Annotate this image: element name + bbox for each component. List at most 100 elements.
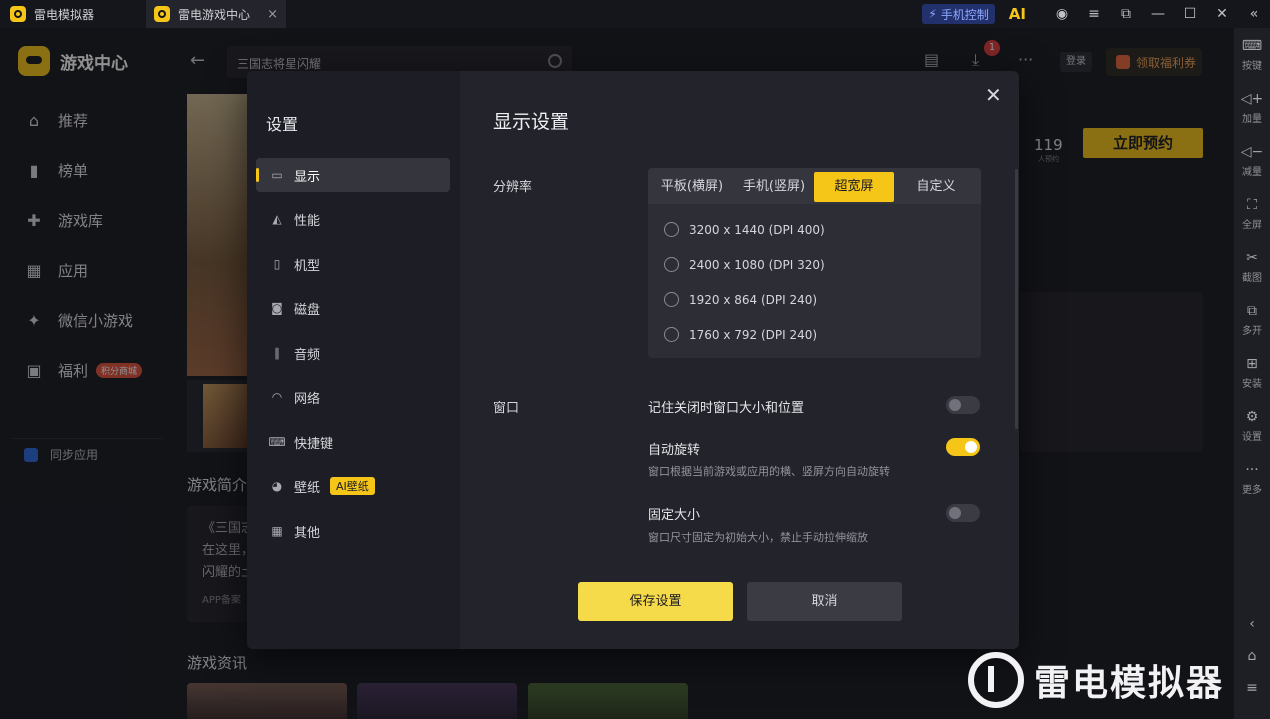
settings-nav: 设置 ▭ 显示 ◭ 性能 ▯ 机型 ◙ 磁盘 ∥ 音频 ◠ 网络 ⌨ 快捷键 ◕ 壁纸 AI壁纸 … (247, 71, 460, 649)
ldplayer-watermark: 雷电模拟器 (968, 652, 1224, 708)
phone-control-label: 手机控制 (940, 7, 989, 22)
fullscreen-icon: ⛶ (1247, 197, 1257, 213)
window-controls: ⚡ 手机控制 AI ◉ ≡ ⧉ — ☐ ✕ « (922, 0, 1270, 28)
radio-button[interactable] (664, 327, 679, 342)
toolbar-keymap[interactable]: ⌨ 按键 (1234, 38, 1270, 72)
toolbar-multi-instance[interactable]: ⧉ 多开 (1234, 303, 1270, 337)
tab-phone-portrait[interactable]: 手机(竖屏) (734, 172, 814, 202)
keyboard-icon: ⌨ (1241, 38, 1263, 54)
performance-icon: ◭ (272, 212, 282, 226)
settings-nav-performance[interactable]: ◭ 性能 (256, 202, 450, 236)
grid-icon: ▦ (271, 524, 283, 538)
toolbar-label: 全屏 (1242, 220, 1262, 231)
nav-home-button[interactable]: ⌂ (1234, 648, 1270, 667)
settings-nav-label: 性能 (294, 213, 321, 229)
tab-tablet-landscape[interactable]: 平板(横屏) (652, 172, 732, 202)
toolbar-label: 按键 (1242, 61, 1262, 72)
nav-back-button[interactable]: ‹ (1234, 616, 1270, 635)
settings-nav-label: 网络 (294, 391, 321, 407)
toolbar-label: 截图 (1242, 273, 1262, 284)
settings-nav-label: 壁纸 (294, 480, 321, 496)
radio-button[interactable] (664, 292, 679, 307)
settings-nav-label: 快捷键 (294, 436, 334, 452)
resolution-option[interactable]: 3200 x 1440 (DPI 400) (664, 222, 825, 237)
auto-rotate-toggle[interactable] (946, 438, 980, 456)
ai-button[interactable]: AI (1009, 5, 1026, 23)
toolbar-more[interactable]: ··· 更多 (1234, 462, 1270, 496)
phone-icon: ▯ (273, 257, 281, 271)
back-icon: ‹ (1249, 616, 1255, 632)
settings-nav-label: 磁盘 (294, 302, 321, 318)
settings-nav-device-model[interactable]: ▯ 机型 (256, 247, 450, 281)
disk-icon: ◙ (271, 301, 283, 315)
collapse-sidebar-icon[interactable]: « (1238, 0, 1270, 28)
toolbar-fullscreen[interactable]: ⛶ 全屏 (1234, 197, 1270, 231)
tab-game-center[interactable]: 雷电游戏中心 × (146, 0, 286, 28)
phone-control-button[interactable]: ⚡ 手机控制 (922, 4, 995, 24)
title-bar: 雷电模拟器 雷电游戏中心 × ⚡ 手机控制 AI ◉ ≡ ⧉ — ☐ ✕ « (0, 0, 1270, 28)
close-icon[interactable]: ✕ (985, 83, 1002, 107)
toolbar-label: 加量 (1242, 114, 1262, 125)
tab-label: 雷电模拟器 (34, 7, 95, 22)
volume-down-icon: ◁− (1240, 144, 1264, 160)
resolution-option-label: 1920 x 864 (DPI 240) (689, 292, 818, 307)
toolbar-label: 安装 (1242, 379, 1262, 390)
toolbar-screenshot[interactable]: ✂ 截图 (1234, 250, 1270, 284)
install-icon: ⊞ (1246, 356, 1258, 372)
restore-window-icon[interactable]: ⧉ (1110, 0, 1142, 28)
user-icon[interactable]: ◉ (1046, 0, 1078, 28)
tab-custom[interactable]: 自定义 (896, 172, 976, 202)
toolbar-volume-down[interactable]: ◁− 减量 (1234, 144, 1270, 178)
toolbar-volume-up[interactable]: ◁+ 加量 (1234, 91, 1270, 125)
gear-icon: ⚙ (1245, 409, 1259, 425)
settings-nav-label: 其他 (294, 525, 321, 541)
wifi-icon: ◠ (271, 390, 283, 404)
minimize-icon[interactable]: — (1142, 0, 1174, 28)
settings-nav-shortcuts[interactable]: ⌨ 快捷键 (256, 425, 450, 459)
display-settings-heading: 显示设置 (493, 111, 570, 133)
radio-button[interactable] (664, 222, 679, 237)
volume-up-icon: ◁+ (1240, 91, 1264, 107)
resolution-label: 分辨率 (493, 180, 533, 195)
dialog-scrollbar[interactable] (1015, 169, 1018, 429)
settings-nav-wallpaper[interactable]: ◕ 壁纸 AI壁纸 (256, 469, 450, 503)
toolbar-label: 更多 (1242, 485, 1262, 496)
resolution-option-label: 2400 x 1080 (DPI 320) (689, 257, 825, 272)
toolbar-settings[interactable]: ⚙ 设置 (1234, 409, 1270, 443)
settings-nav-network[interactable]: ◠ 网络 (256, 380, 450, 414)
palette-icon: ◕ (271, 479, 283, 493)
ai-wallpaper-tag: AI壁纸 (330, 477, 375, 495)
settings-nav-disk[interactable]: ◙ 磁盘 (256, 291, 450, 325)
fixed-size-title: 固定大小 (648, 508, 701, 523)
fixed-size-toggle[interactable] (946, 504, 980, 522)
tab-close-icon[interactable]: × (267, 7, 278, 22)
right-toolbar: ⌨ 按键 ◁+ 加量 ◁− 减量 ⛶ 全屏 ✂ 截图 ⧉ 多开 ⊞ 安装 ⚙ 设置 ··· 更多 … (1234, 28, 1270, 719)
tab-ultrawide[interactable]: 超宽屏 (814, 172, 894, 202)
resolution-option[interactable]: 1760 x 792 (DPI 240) (664, 327, 817, 342)
save-settings-button[interactable]: 保存设置 (578, 582, 733, 621)
settings-nav-display[interactable]: ▭ 显示 (256, 158, 450, 192)
ldplayer-watermark-logo-icon (968, 652, 1024, 708)
monitor-icon: ▭ (271, 168, 283, 182)
close-window-icon[interactable]: ✕ (1206, 0, 1238, 28)
resolution-mode-tabs: 平板(横屏) 手机(竖屏) 超宽屏 自定义 (648, 168, 981, 204)
maximize-icon[interactable]: ☐ (1174, 0, 1206, 28)
remember-window-size-toggle[interactable] (946, 396, 980, 414)
tab-emulator[interactable]: 雷电模拟器 (10, 0, 142, 28)
recent-apps-icon: ≡ (1246, 680, 1258, 696)
nav-recent-button[interactable]: ≡ (1234, 680, 1270, 699)
resolution-option[interactable]: 1920 x 864 (DPI 240) (664, 292, 817, 307)
cancel-button[interactable]: 取消 (747, 582, 902, 621)
menu-icon[interactable]: ≡ (1078, 0, 1110, 28)
home-nav-icon: ⌂ (1247, 648, 1257, 664)
toolbar-install[interactable]: ⊞ 安装 (1234, 356, 1270, 390)
radio-button[interactable] (664, 257, 679, 272)
remember-window-size-title: 记住关闭时窗口大小和位置 (648, 401, 805, 416)
game-center-logo-icon (154, 6, 170, 22)
toolbar-label: 减量 (1242, 167, 1262, 178)
settings-nav-other[interactable]: ▦ 其他 (256, 514, 450, 548)
resolution-panel: 平板(横屏) 手机(竖屏) 超宽屏 自定义 3200 x 1440 (DPI 4… (648, 168, 981, 358)
resolution-option[interactable]: 2400 x 1080 (DPI 320) (664, 257, 825, 272)
settings-nav-audio[interactable]: ∥ 音频 (256, 336, 450, 370)
toolbar-label: 设置 (1242, 432, 1262, 443)
